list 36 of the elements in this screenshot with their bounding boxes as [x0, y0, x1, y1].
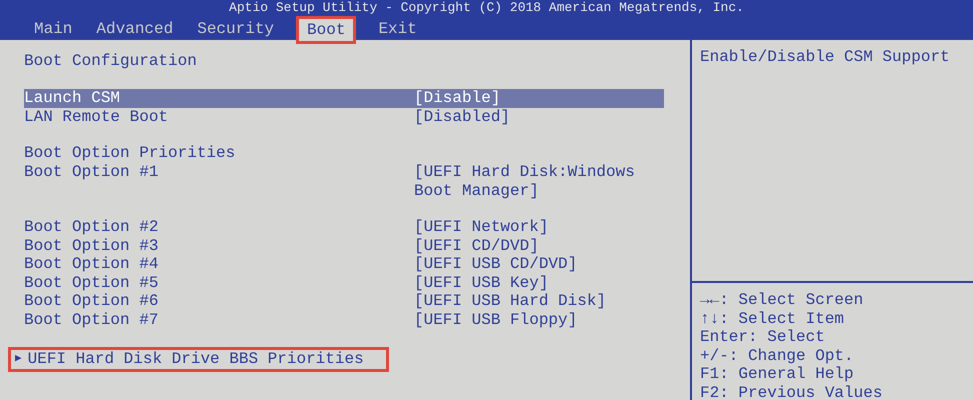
tab[interactable]: Exit [376, 20, 419, 38]
key-hint: →←: Select Screen [700, 291, 864, 310]
submenu-item[interactable]: ▶ UEFI Hard Disk Drive BBS Priorities [8, 347, 389, 372]
tab[interactable]: Boot [296, 16, 356, 44]
setting-label[interactable]: Boot Option #1 [24, 163, 414, 200]
key-hint: +/-: Change Opt. [700, 346, 855, 365]
section-header: Boot Option Priorities [24, 144, 236, 163]
window-title: Aptio Setup Utility - Copyright (C) 2018 American Megatrends, Inc. [228, 0, 745, 16]
setting-value[interactable]: [UEFI CD/DVD] [414, 236, 664, 255]
setting-label[interactable]: Boot Option #3 [24, 236, 414, 255]
help-text: Enable/Disable CSM Support [700, 48, 951, 66]
setting-label[interactable]: Boot Option #2 [24, 218, 414, 236]
key-hint: Enter: Select [700, 328, 826, 346]
setting-value[interactable]: [UEFI USB CD/DVD] [414, 255, 664, 274]
setting-label[interactable]: Launch CSM [24, 89, 414, 108]
setting-value[interactable]: [UEFI Network] [414, 218, 664, 236]
submenu-marker: ▶ [15, 352, 22, 367]
submenu-label: UEFI Hard Disk Drive BBS Priorities [28, 350, 364, 369]
setting-value[interactable]: [Disabled] [414, 108, 664, 126]
setting-label[interactable]: Boot Option #6 [24, 292, 414, 310]
setting-value[interactable]: [UEFI USB Key] [414, 274, 664, 292]
setting-value[interactable]: [UEFI USB Hard Disk] [414, 292, 664, 310]
setting-value[interactable]: [UEFI Hard Disk:Windows Boot Manager] [414, 163, 664, 200]
setting-label[interactable]: LAN Remote Boot [24, 108, 414, 126]
key-hint: F1: General Help [700, 365, 855, 384]
tab[interactable]: Main [32, 20, 74, 38]
setting-label[interactable]: Boot Option #4 [24, 255, 414, 274]
tab[interactable]: Advanced [94, 20, 176, 38]
tab[interactable]: Security [195, 20, 276, 38]
key-hint: ↑↓: Select Item [700, 310, 846, 328]
setting-label[interactable]: Boot Option #7 [24, 310, 414, 329]
setting-label[interactable]: Boot Option #5 [24, 274, 414, 292]
section-header: Boot Configuration [24, 52, 198, 71]
setting-value[interactable]: [UEFI USB Floppy] [414, 310, 664, 329]
key-hint: F2: Previous Values [700, 384, 884, 400]
setting-value[interactable]: [Disable] [414, 89, 664, 108]
